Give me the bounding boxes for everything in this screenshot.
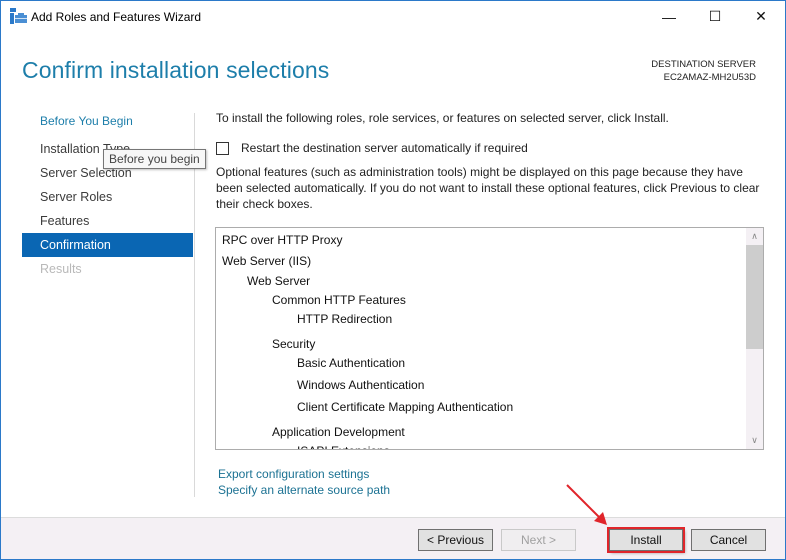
intro-text: To install the following roles, role ser…: [216, 111, 669, 125]
selection-item: Web Server: [247, 274, 311, 288]
button-bar: < Previous Next > Install Cancel: [1, 517, 785, 559]
nav-item-results: Results: [40, 262, 82, 276]
restart-checkbox-label[interactable]: Restart the destination server automatic…: [241, 141, 528, 155]
link-group: Export configuration settings Specify an…: [218, 466, 390, 498]
optional-features-note: Optional features (such as administratio…: [216, 165, 760, 211]
selections-list-content: RPC over HTTP Proxy Web Server (IIS) Web S…: [216, 228, 746, 449]
selection-item: HTTP Redirection: [297, 312, 393, 326]
content-area: To install the following roles, role ser…: [216, 111, 764, 211]
selection-item: Security: [272, 337, 316, 351]
selection-item: Basic Authentication: [297, 356, 406, 370]
close-button[interactable]: ✕: [738, 1, 784, 32]
page-title: Confirm installation selections: [22, 57, 330, 83]
wizard-nav: Before You Begin Installation Type Serve…: [22, 113, 193, 281]
alternate-source-path-link[interactable]: Specify an alternate source path: [218, 482, 390, 498]
nav-item-confirmation[interactable]: Confirmation: [22, 233, 193, 257]
server-manager-icon: [10, 8, 27, 24]
nav-divider: [194, 113, 195, 497]
restart-checkbox[interactable]: [216, 141, 229, 155]
cancel-button[interactable]: Cancel: [691, 529, 766, 551]
export-configuration-link[interactable]: Export configuration settings: [218, 466, 390, 482]
vertical-scrollbar[interactable]: ∧ ∨: [746, 228, 763, 449]
scrollbar-thumb[interactable]: [746, 245, 763, 349]
selection-item: Windows Authentication: [297, 378, 425, 392]
destination-server-info: DESTINATION SERVER EC2AMAZ-MH2U53D: [651, 58, 756, 84]
close-icon: ✕: [755, 8, 767, 24]
selection-item: Application Development: [272, 425, 405, 439]
nav-item-before-you-begin[interactable]: Before You Begin: [22, 113, 193, 137]
wizard-window: Add Roles and Features Wizard — ☐ ✕ Conf…: [0, 0, 786, 560]
selection-item: Web Server (IIS): [222, 254, 312, 268]
previous-button[interactable]: < Previous: [418, 529, 493, 551]
scroll-up-arrow-icon[interactable]: ∧: [746, 228, 763, 245]
maximize-icon: ☐: [708, 8, 722, 24]
restart-option[interactable]: Restart the destination server automatic…: [216, 141, 528, 155]
selection-item: ISAPI Extensions: [297, 444, 390, 449]
maximize-button[interactable]: ☐: [692, 1, 738, 32]
tooltip: Before you begin: [103, 149, 206, 169]
title-bar[interactable]: Add Roles and Features Wizard — ☐ ✕: [1, 1, 785, 32]
selection-item: RPC over HTTP Proxy: [222, 233, 343, 247]
selection-item: Common HTTP Features: [272, 293, 406, 307]
window-title: Add Roles and Features Wizard: [31, 10, 202, 24]
nav-item-server-roles[interactable]: Server Roles: [22, 185, 193, 209]
selection-item: Client Certificate Mapping Authenticatio…: [297, 400, 514, 414]
minimize-button[interactable]: —: [646, 1, 692, 32]
selections-list[interactable]: RPC over HTTP Proxy Web Server (IIS) Web S…: [215, 227, 764, 450]
nav-item-features[interactable]: Features: [22, 209, 193, 233]
scroll-down-arrow-icon[interactable]: ∨: [746, 432, 763, 449]
install-button[interactable]: Install: [607, 527, 685, 553]
destination-server-name: EC2AMAZ-MH2U53D: [663, 72, 756, 83]
destination-server-label: DESTINATION SERVER: [651, 59, 756, 70]
minimize-icon: —: [662, 8, 676, 25]
next-button: Next >: [501, 529, 576, 551]
